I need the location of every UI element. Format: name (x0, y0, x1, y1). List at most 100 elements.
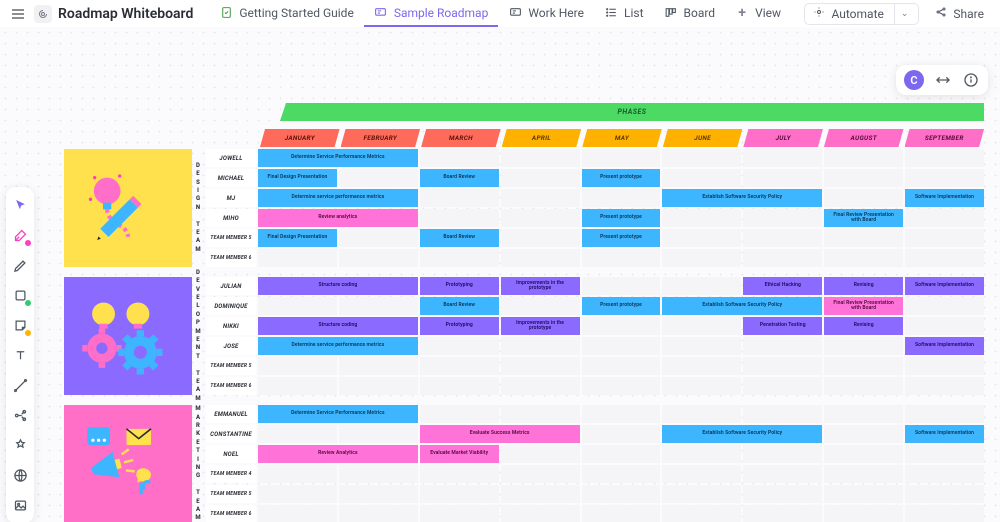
task-chip[interactable]: Board Review (420, 297, 499, 315)
member-cell[interactable]: JULIAN (206, 277, 256, 295)
task-chip[interactable]: Structure coding (258, 277, 418, 295)
member-cell[interactable]: TEAM MEMBER 5 (206, 357, 256, 375)
task-chip[interactable]: Final Design Presentation (258, 229, 337, 247)
web-tool[interactable] (10, 465, 30, 485)
task-chip[interactable]: Prototyping (420, 317, 499, 335)
empty-cell (258, 485, 337, 503)
task-chip[interactable]: Board Review (420, 169, 499, 187)
canvas-top-right-tools: C (896, 65, 988, 95)
info-icon[interactable] (962, 71, 980, 89)
chevron-down-icon[interactable]: ⌄ (894, 3, 909, 25)
task-chip[interactable]: Determine Service Performance Metrics (258, 149, 418, 167)
task-chip[interactable]: Determine service performance metrics (258, 189, 418, 207)
task-chip[interactable]: Present prototype (582, 209, 661, 227)
text-tool[interactable] (10, 345, 30, 365)
task-chip[interactable]: Present prototype (582, 297, 661, 315)
task-chip[interactable]: Ethical Hacking (743, 277, 822, 295)
member-cell[interactable]: MICHAEL (206, 169, 256, 187)
shape-tool[interactable] (10, 285, 30, 305)
empty-cell (582, 277, 661, 295)
member-cell[interactable]: JOSE (206, 337, 256, 355)
pen-tool[interactable] (10, 255, 30, 275)
tab-add-view[interactable]: + View (725, 0, 791, 27)
magic-pen-tool[interactable] (10, 225, 30, 245)
whiteboard-toolbar (6, 187, 34, 522)
empty-cell (582, 249, 661, 267)
task-chip[interactable]: Establish Software Security Policy (662, 425, 822, 443)
plus-icon: + (735, 6, 749, 20)
member-cell[interactable]: JOWELL (206, 149, 256, 167)
task-chip[interactable]: Determine Service Performance Metrics (258, 405, 418, 423)
member-cell[interactable]: TEAM MEMBER 6 (206, 377, 256, 395)
automate-button[interactable]: Automate ⌄ (804, 3, 919, 25)
whiteboard-canvas[interactable]: C PHASES (0, 27, 1000, 522)
task-chip[interactable]: Evaluate Success Metrics (420, 425, 580, 443)
menu-icon[interactable] (8, 4, 28, 24)
relationship-tool[interactable] (10, 405, 30, 425)
task-chip[interactable]: Improvements in the prototype (501, 317, 580, 335)
task-chip[interactable]: Prototyping (420, 277, 499, 295)
task-chip[interactable]: Revising (824, 317, 903, 335)
task-chip[interactable]: Penetration Testing (743, 317, 822, 335)
empty-cell (501, 465, 580, 483)
tab-work-here[interactable]: Work Here (498, 0, 594, 27)
member-cell[interactable]: TEAM MEMBER 5 (206, 229, 256, 247)
task-chip[interactable]: Software Implementation (905, 277, 984, 295)
task-chip[interactable]: Final Review Presentation with Board (824, 297, 903, 315)
empty-cell (339, 297, 418, 315)
empty-cell (501, 297, 580, 315)
cursor-tool[interactable] (10, 195, 30, 215)
tab-sample-roadmap[interactable]: Sample Roadmap (364, 0, 499, 27)
member-cell[interactable]: EMMANUEL (206, 405, 256, 423)
member-cell[interactable]: MIHO (206, 209, 256, 227)
task-chip[interactable]: Structure coding (258, 317, 418, 335)
empty-cell (339, 505, 418, 522)
empty-cell (501, 149, 580, 167)
stamp-tool[interactable] (10, 435, 30, 455)
member-cell[interactable]: TEAM MEMBER 4 (206, 465, 256, 483)
sticky-note-tool[interactable] (10, 315, 30, 335)
connector-tool[interactable] (10, 375, 30, 395)
empty-cell (743, 149, 822, 167)
empty-cell (824, 377, 903, 395)
task-chip[interactable]: Final Review Presentation with Board (824, 209, 903, 227)
task-chip[interactable]: Software Implementation (905, 189, 984, 207)
task-chip[interactable]: Establish Software Security Policy (662, 297, 822, 315)
task-chip[interactable]: Review analytics (258, 209, 418, 227)
empty-cell (501, 249, 580, 267)
empty-cell (743, 445, 822, 463)
tab-board[interactable]: Board (654, 0, 726, 27)
member-cell[interactable]: CONSTANTINE (206, 425, 256, 443)
member-cell[interactable]: TEAM MEMBER 6 (206, 249, 256, 267)
member-cell[interactable]: MJ (206, 189, 256, 207)
task-chip[interactable]: Improvements in the prototype (501, 277, 580, 295)
task-chip[interactable]: Board Review (420, 229, 499, 247)
member-cell[interactable]: DOMINIQUE (206, 297, 256, 315)
task-chip[interactable]: Present prototype (582, 169, 661, 187)
task-chip[interactable]: Revising (824, 277, 903, 295)
fit-width-icon[interactable] (934, 71, 952, 89)
member-cell[interactable]: NOEL (206, 445, 256, 463)
task-chip[interactable]: Final Design Presentation (258, 169, 337, 187)
empty-cell (905, 209, 984, 227)
tab-getting-started[interactable]: Getting Started Guide (209, 0, 363, 27)
task-chip[interactable]: Review Analytics (258, 445, 418, 463)
task-chip[interactable]: Determine service performance metrics (258, 337, 418, 355)
image-tool[interactable] (10, 495, 30, 515)
avatar[interactable]: C (904, 70, 924, 90)
share-button[interactable]: Share (927, 3, 992, 25)
task-chip[interactable]: Evaluate Market Viability (420, 445, 499, 463)
member-cell[interactable]: TEAM MEMBER 6 (206, 505, 256, 522)
task-chip[interactable]: Software Implementation (905, 337, 984, 355)
task-chip[interactable]: Software Implementation (905, 425, 984, 443)
empty-cell (662, 485, 741, 503)
tab-list[interactable]: List (594, 0, 654, 27)
member-cell[interactable]: TEAM MEMBER 5 (206, 485, 256, 503)
roadmap[interactable]: PHASES JANUARYFEBRUARYMARCHAPRILMAYJUNEJ… (64, 103, 984, 522)
empty-cell (743, 169, 822, 187)
empty-cell (501, 505, 580, 522)
member-cell[interactable]: NIKKI (206, 317, 256, 335)
task-chip[interactable]: Present prototype (582, 229, 661, 247)
task-chip[interactable]: Establish Software Security Policy (662, 189, 822, 207)
empty-cell (743, 505, 822, 522)
